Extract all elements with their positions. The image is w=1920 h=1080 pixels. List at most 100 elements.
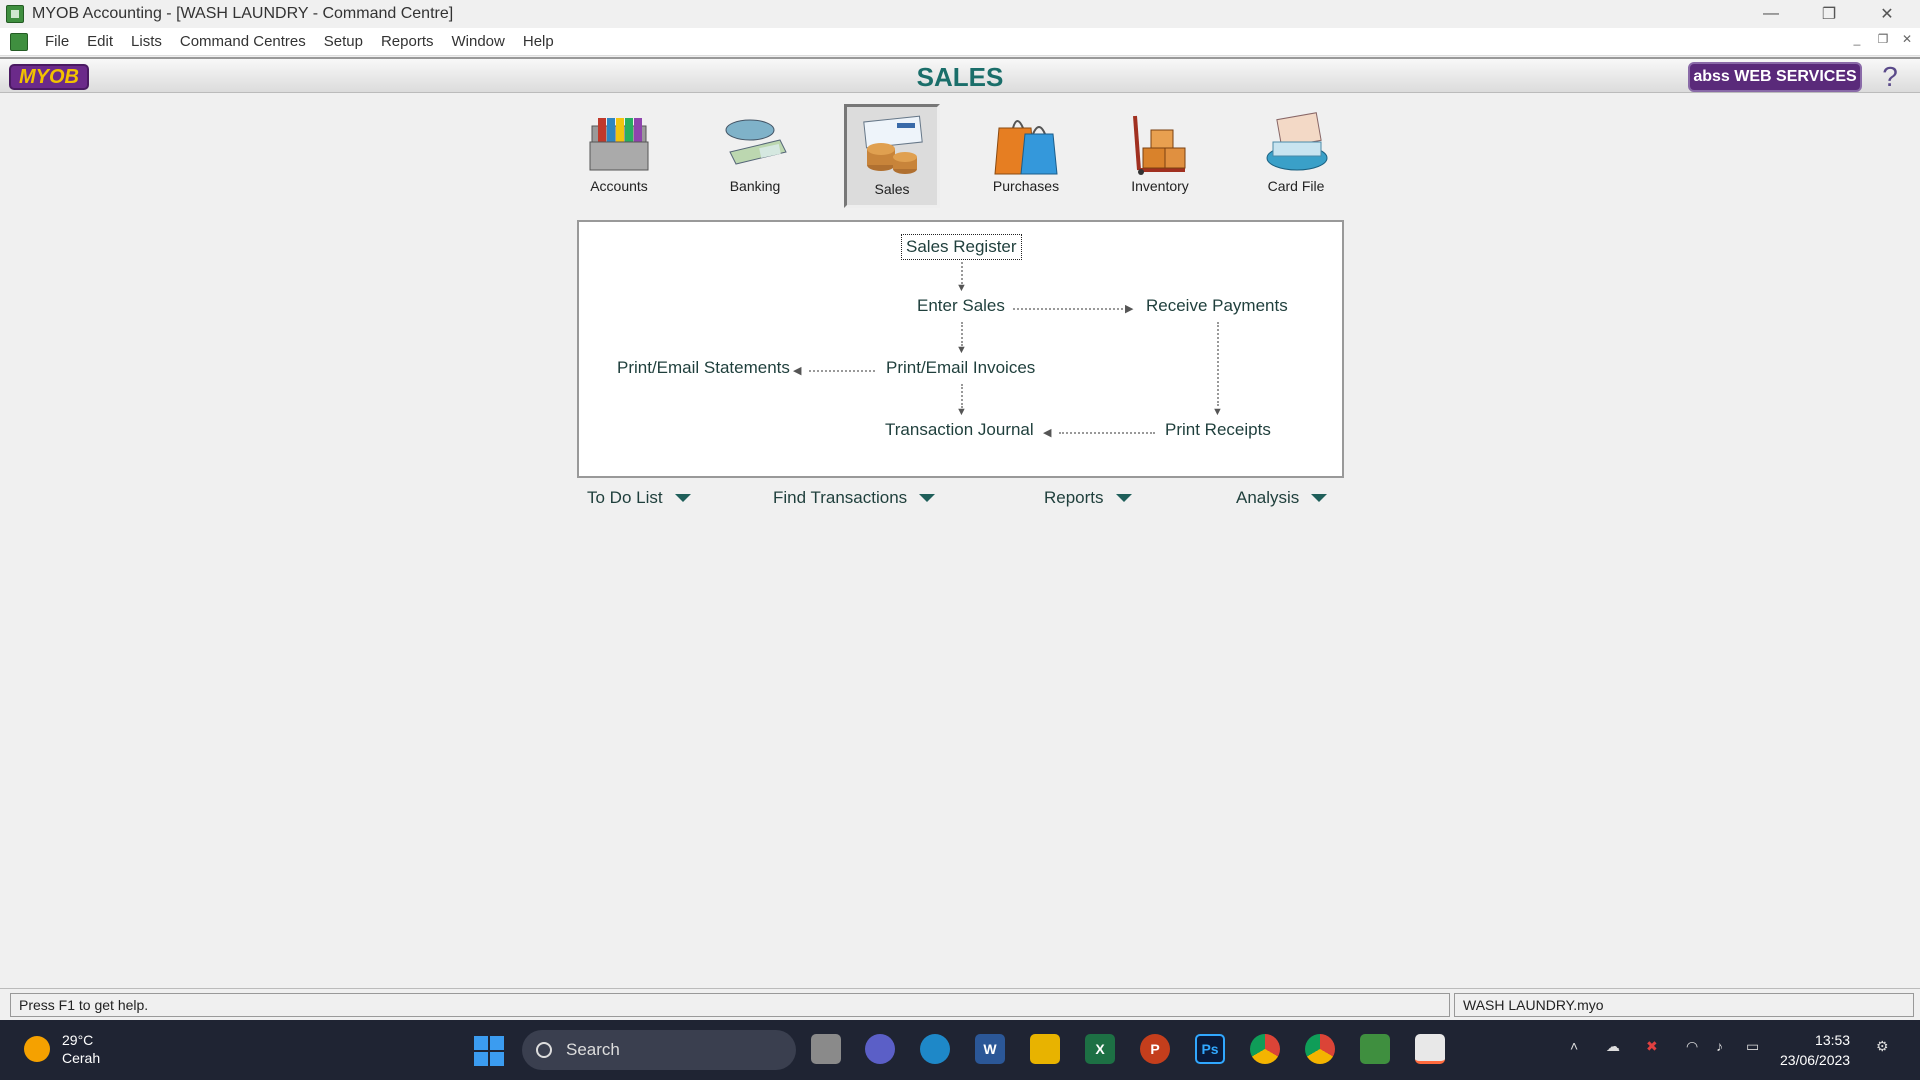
window-title: MYOB Accounting - [WASH LAUNDRY - Comman…	[32, 5, 454, 22]
down-arrow-icon: ▼	[1212, 406, 1223, 418]
status-hint: Press F1 to get help.	[10, 993, 1450, 1017]
module-label: Inventory	[1131, 178, 1189, 194]
help-icon[interactable]: ?	[1870, 61, 1910, 93]
right-arrow-icon: ▶	[1125, 303, 1134, 315]
mdi-restore-button[interactable]: ❐	[1872, 32, 1894, 46]
status-file: WASH LAUNDRY.myo	[1454, 993, 1914, 1017]
connector	[961, 262, 963, 284]
dropdown-label: Analysis	[1236, 488, 1300, 507]
photoshop-icon[interactable]: Ps	[1195, 1034, 1225, 1064]
banking-icon	[720, 112, 790, 176]
notification-icon[interactable]: ⚙	[1876, 1038, 1889, 1055]
sales-register-link[interactable]: Sales Register	[901, 234, 1022, 260]
dropdown-label: Find Transactions	[773, 488, 908, 507]
chevron-down-icon	[1115, 494, 1132, 502]
down-arrow-icon: ▼	[956, 406, 967, 418]
clock-time: 13:53	[1815, 1032, 1851, 1048]
find-transactions-dropdown[interactable]: Find Transactions	[773, 488, 936, 508]
chrome-icon[interactable]	[1250, 1034, 1280, 1064]
app-icon	[6, 5, 24, 23]
wifi-icon[interactable]: ◠	[1686, 1038, 1698, 1055]
sun-icon	[24, 1036, 50, 1062]
mdi-close-button[interactable]: ✕	[1896, 32, 1918, 46]
web-services-button[interactable]: abss WEB SERVICES	[1688, 62, 1862, 92]
module-label: Purchases	[992, 178, 1060, 194]
menu-edit[interactable]: Edit	[78, 33, 122, 50]
word-icon[interactable]: W	[975, 1034, 1005, 1064]
folders-icon	[584, 112, 654, 176]
down-arrow-icon: ▼	[956, 282, 967, 294]
module-label: Sales	[874, 181, 910, 197]
taskbar-search[interactable]: Search	[522, 1030, 796, 1070]
boxes-trolley-icon	[1125, 112, 1195, 176]
menu-bar: File Edit Lists Command Centres Setup Re…	[0, 28, 1920, 56]
edge-icon[interactable]	[920, 1034, 950, 1064]
todo-list-dropdown[interactable]: To Do List	[587, 488, 691, 508]
menu-command-centres[interactable]: Command Centres	[171, 33, 315, 50]
module-card-file[interactable]: Card File	[1248, 104, 1344, 208]
command-centre-header: MYOB SALES abss WEB SERVICES ?	[0, 57, 1920, 93]
menu-file[interactable]: File	[36, 33, 78, 50]
chevron-down-icon	[1311, 494, 1328, 502]
module-inventory[interactable]: Inventory	[1112, 104, 1208, 208]
down-arrow-icon: ▼	[956, 344, 967, 356]
page-title: SALES	[916, 62, 1004, 92]
chevron-down-icon	[919, 494, 936, 502]
module-purchases[interactable]: Purchases	[978, 104, 1074, 208]
transaction-journal-link[interactable]: Transaction Journal	[885, 420, 1034, 440]
taskbar: 29°C Cerah Search W X P Ps ˄ ☁ ✖ ◠ ♪ ▭ 1…	[0, 1020, 1920, 1080]
powerpoint-icon[interactable]: P	[1140, 1034, 1170, 1064]
security-icon[interactable]: ✖	[1646, 1038, 1658, 1055]
close-button[interactable]: ✕	[1858, 0, 1916, 28]
document-icon[interactable]	[10, 32, 28, 51]
menu-setup[interactable]: Setup	[315, 33, 372, 50]
restore-button[interactable]: ❐	[1800, 0, 1858, 28]
snipping-tool-icon[interactable]	[1415, 1034, 1445, 1064]
print-receipts-link[interactable]: Print Receipts	[1165, 420, 1271, 440]
module-banking[interactable]: Banking	[707, 104, 803, 208]
analysis-dropdown[interactable]: Analysis	[1236, 488, 1328, 508]
clock-date: 23/06/2023	[1780, 1052, 1851, 1068]
chevron-down-icon	[674, 494, 691, 502]
receive-payments-link[interactable]: Receive Payments	[1146, 296, 1288, 316]
search-icon	[536, 1042, 552, 1058]
print-email-invoices-link[interactable]: Print/Email Invoices	[886, 358, 1035, 378]
left-arrow-icon: ◀	[1043, 427, 1052, 439]
sales-flow-panel: Sales Register ▼ Enter Sales ▶ Receive P…	[577, 220, 1344, 478]
weather-widget[interactable]: 29°C Cerah	[24, 1031, 100, 1067]
windows-start-icon[interactable]	[474, 1036, 504, 1066]
title-bar: MYOB Accounting - [WASH LAUNDRY - Comman…	[0, 0, 1920, 28]
module-accounts[interactable]: Accounts	[571, 104, 667, 208]
clock[interactable]: 13:53 23/06/2023	[1780, 1030, 1850, 1070]
chevron-up-icon[interactable]: ˄	[1570, 1038, 1578, 1054]
module-bar: Accounts Banking Sales Purchases Invento…	[560, 104, 1360, 208]
module-sales[interactable]: Sales	[844, 104, 940, 208]
dropdown-label: Reports	[1044, 488, 1104, 507]
excel-icon[interactable]: X	[1085, 1034, 1115, 1064]
print-email-statements-link[interactable]: Print/Email Statements	[617, 358, 790, 378]
dropdown-label: To Do List	[587, 488, 663, 507]
reports-dropdown[interactable]: Reports	[1044, 488, 1132, 508]
connector	[1217, 322, 1219, 406]
teams-icon[interactable]	[865, 1034, 895, 1064]
volume-icon[interactable]: ♪	[1716, 1038, 1723, 1054]
enter-sales-link[interactable]: Enter Sales	[917, 296, 1005, 316]
shopping-bag-icon	[991, 112, 1061, 176]
battery-icon[interactable]: ▭	[1746, 1038, 1759, 1055]
minimize-button[interactable]: —	[1742, 0, 1800, 28]
mdi-minimize-button[interactable]: _	[1846, 32, 1868, 46]
connector	[809, 370, 875, 372]
menu-help[interactable]: Help	[514, 33, 563, 50]
myob-icon[interactable]	[1360, 1034, 1390, 1064]
connector	[961, 384, 963, 408]
menu-lists[interactable]: Lists	[122, 33, 171, 50]
module-label: Accounts	[590, 178, 648, 194]
invoice-coins-icon	[857, 115, 927, 179]
chrome-profile-icon[interactable]	[1305, 1034, 1335, 1064]
task-view-icon[interactable]	[811, 1034, 841, 1064]
menu-window[interactable]: Window	[443, 33, 514, 50]
menu-reports[interactable]: Reports	[372, 33, 443, 50]
onedrive-icon[interactable]: ☁	[1606, 1038, 1620, 1055]
module-label: Banking	[729, 178, 781, 194]
file-explorer-icon[interactable]	[1030, 1034, 1060, 1064]
